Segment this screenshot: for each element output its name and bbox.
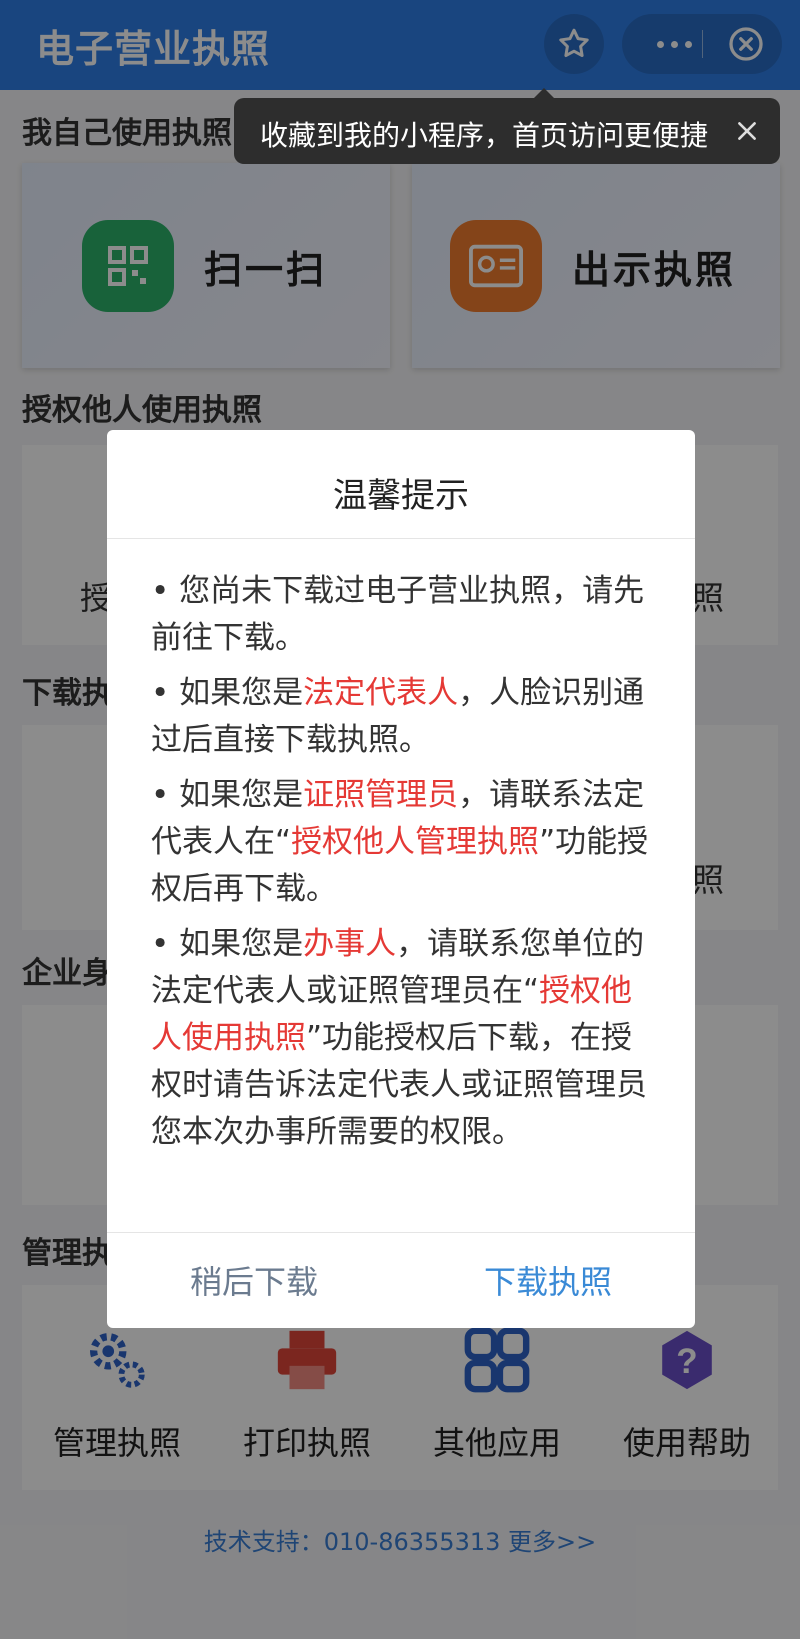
- bullet: •: [151, 573, 170, 609]
- close-icon: [738, 122, 756, 140]
- tip-text: 如果您是: [179, 675, 304, 711]
- tip-paragraph: • 您尚未下载过电子营业执照，请先前往下载。: [151, 568, 651, 662]
- bullet: •: [151, 926, 170, 962]
- tip-text: 您尚未下载过电子营业执照，请先前往下载。: [151, 573, 645, 656]
- tip-paragraph: • 如果您是办事人，请联系您单位的法定代表人或证照管理员在“授权他人使用执照”功…: [151, 921, 651, 1156]
- role-highlight: 办事人: [303, 926, 397, 962]
- feature-highlight: 授权他人管理执照: [291, 824, 540, 860]
- download-license-button[interactable]: 下载执照: [401, 1232, 695, 1328]
- dialog-title: 温馨提示: [333, 476, 469, 516]
- tip-paragraph: • 如果您是证照管理员，请联系法定代表人在“授权他人管理执照”功能授权后再下载。: [151, 772, 651, 913]
- bullet: •: [151, 777, 170, 813]
- tooltip-text: 收藏到我的小程序，首页访问更便捷: [260, 119, 709, 152]
- dialog-body: • 您尚未下载过电子营业执照，请先前往下载。 • 如果您是法定代表人，人脸识别通…: [151, 568, 651, 1164]
- favorite-tooltip: 收藏到我的小程序，首页访问更便捷: [234, 88, 780, 164]
- dialog-divider: [107, 538, 695, 539]
- tooltip-close-button[interactable]: [730, 114, 764, 148]
- tip-text: 如果您是: [179, 926, 304, 962]
- bullet: •: [151, 675, 170, 711]
- download-later-button[interactable]: 稍后下载: [107, 1232, 401, 1328]
- tip-dialog: 温馨提示 • 您尚未下载过电子营业执照，请先前往下载。 • 如果您是法定代表人，…: [107, 430, 695, 1328]
- tip-text: 如果您是: [179, 777, 304, 813]
- tip-paragraph: • 如果您是法定代表人，人脸识别通过后直接下载执照。: [151, 670, 651, 764]
- role-highlight: 法定代表人: [303, 675, 459, 711]
- role-highlight: 证照管理员: [303, 777, 459, 813]
